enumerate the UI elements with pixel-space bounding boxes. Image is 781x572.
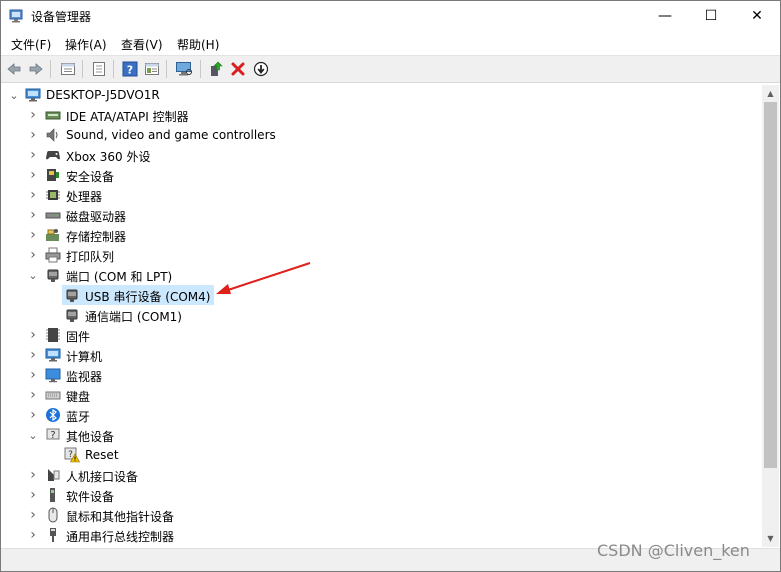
watermark: CSDN @Cliven_ken [597,541,750,560]
annotation-arrow [216,262,311,294]
